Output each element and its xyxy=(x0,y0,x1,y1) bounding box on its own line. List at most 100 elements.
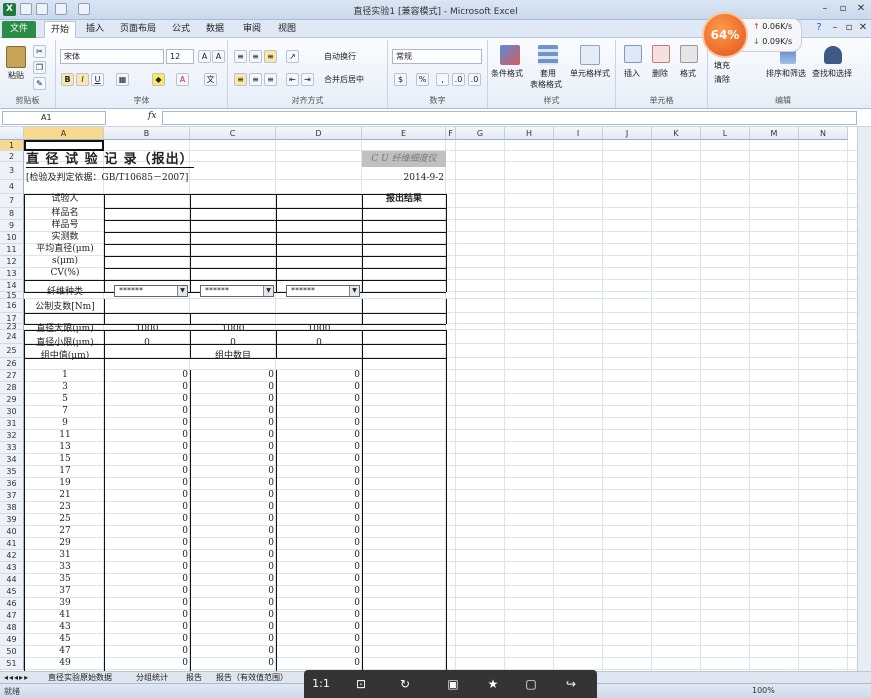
row-label[interactable]: 样品名 xyxy=(26,208,104,219)
row-header[interactable]: 9 xyxy=(0,220,24,232)
group-count-value[interactable]: 0 xyxy=(276,526,360,537)
row-header[interactable]: 51 xyxy=(0,658,24,670)
tab-home[interactable]: 开始 xyxy=(44,21,76,38)
group-count-value[interactable]: 0 xyxy=(104,646,188,657)
column-header[interactable]: A xyxy=(24,127,104,140)
group-count-value[interactable]: 0 xyxy=(190,586,274,597)
row-header[interactable]: 45 xyxy=(0,586,24,598)
row-header[interactable]: 13 xyxy=(0,268,24,280)
format-as-table-line1[interactable]: 套用 xyxy=(540,68,556,79)
insert-cells-icon[interactable] xyxy=(624,45,642,63)
delete-cells-button[interactable]: 删除 xyxy=(652,68,668,79)
bold-button[interactable]: B xyxy=(61,73,74,86)
font-color-icon[interactable]: A xyxy=(176,73,189,86)
row-header[interactable]: 25 xyxy=(0,344,24,358)
close-icon[interactable]: ✕ xyxy=(854,3,868,15)
group-count-value[interactable]: 0 xyxy=(104,622,188,633)
group-count-value[interactable]: 0 xyxy=(104,550,188,561)
group-count-value[interactable]: 0 xyxy=(190,466,274,477)
row-header[interactable]: 28 xyxy=(0,382,24,394)
min-value-d[interactable]: 0 xyxy=(276,338,362,349)
group-count-value[interactable]: 0 xyxy=(190,538,274,549)
min-value-b[interactable]: 0 xyxy=(104,338,190,349)
find-select-icon[interactable] xyxy=(824,46,842,64)
group-mid-value[interactable]: 35 xyxy=(26,574,104,585)
group-count-value[interactable]: 0 xyxy=(104,538,188,549)
row-header[interactable]: 15 xyxy=(0,292,24,300)
font-size-select[interactable]: 12 xyxy=(166,49,194,64)
favorite-icon[interactable]: ★ xyxy=(482,674,504,694)
format-painter-icon[interactable]: ✎ xyxy=(33,77,46,90)
row-header[interactable]: 12 xyxy=(0,256,24,268)
group-count-value[interactable]: 0 xyxy=(276,514,360,525)
group-count-value[interactable]: 0 xyxy=(276,454,360,465)
delete-cells-icon[interactable] xyxy=(652,45,670,63)
row-header[interactable]: 2 xyxy=(0,151,24,162)
row-header[interactable]: 4 xyxy=(0,180,24,194)
row-label[interactable]: 平均直径(μm) xyxy=(26,244,104,255)
column-header[interactable]: M xyxy=(750,127,799,140)
zoom-level[interactable]: 100% xyxy=(752,686,775,695)
fill-color-icon[interactable]: ◆ xyxy=(152,73,165,86)
group-count-value[interactable]: 0 xyxy=(276,394,360,405)
border-icon[interactable]: ▦ xyxy=(116,73,129,86)
group-count-value[interactable]: 0 xyxy=(104,502,188,513)
fiber-type-dropdown-1[interactable]: ****** ▼ xyxy=(114,285,188,297)
tab-data[interactable]: 数据 xyxy=(200,21,230,38)
group-count-value[interactable]: 0 xyxy=(190,430,274,441)
formula-input[interactable] xyxy=(162,111,857,125)
row-header[interactable]: 36 xyxy=(0,478,24,490)
row-header[interactable]: 40 xyxy=(0,526,24,538)
row-label[interactable]: CV(%) xyxy=(26,268,104,279)
group-count-value[interactable]: 0 xyxy=(276,634,360,645)
increase-decimal-icon[interactable]: .0 xyxy=(452,73,465,86)
group-count-value[interactable]: 0 xyxy=(276,430,360,441)
format-cells-icon[interactable] xyxy=(680,45,698,63)
group-count-value[interactable]: 0 xyxy=(104,418,188,429)
row-header[interactable]: 10 xyxy=(0,232,24,244)
max-value-d[interactable]: 1000 xyxy=(276,324,362,335)
group-count-value[interactable]: 0 xyxy=(104,514,188,525)
group-count-value[interactable]: 0 xyxy=(276,538,360,549)
group-count-value[interactable]: 0 xyxy=(276,562,360,573)
group-count-value[interactable]: 0 xyxy=(190,370,274,381)
group-mid-value[interactable]: 9 xyxy=(26,418,104,429)
group-count-value[interactable]: 0 xyxy=(190,478,274,489)
group-count-value[interactable]: 0 xyxy=(104,430,188,441)
column-header[interactable]: H xyxy=(505,127,554,140)
group-count-value[interactable]: 0 xyxy=(190,514,274,525)
group-count-value[interactable]: 0 xyxy=(190,442,274,453)
ribbon-minimize-icon[interactable]: – xyxy=(828,22,842,34)
group-mid-value[interactable]: 25 xyxy=(26,514,104,525)
align-right-icon[interactable]: ≡ xyxy=(264,73,277,86)
group-count-value[interactable]: 0 xyxy=(104,490,188,501)
row-header[interactable]: 41 xyxy=(0,538,24,550)
group-mid-value[interactable]: 27 xyxy=(26,526,104,537)
group-mid-value[interactable]: 5 xyxy=(26,394,104,405)
group-count-value[interactable]: 0 xyxy=(104,382,188,393)
sheet-title[interactable]: 直 径 试 验 记 录（报出） xyxy=(26,152,194,168)
sort-filter-button[interactable]: 排序和筛选 xyxy=(766,68,806,79)
group-count-value[interactable]: 0 xyxy=(190,418,274,429)
group-mid-value[interactable]: 15 xyxy=(26,454,104,465)
group-count-value[interactable]: 0 xyxy=(190,634,274,645)
fill-button[interactable]: 填充 xyxy=(714,60,730,71)
insert-function-icon[interactable]: fx xyxy=(148,111,156,121)
group-mid-value[interactable]: 41 xyxy=(26,610,104,621)
group-mid-value[interactable]: 13 xyxy=(26,442,104,453)
group-count-value[interactable]: 0 xyxy=(190,406,274,417)
row-label[interactable]: 样品号 xyxy=(26,220,104,231)
group-count-value[interactable]: 0 xyxy=(190,622,274,633)
font-name-select[interactable]: 宋体 xyxy=(60,49,164,64)
row-header[interactable]: 11 xyxy=(0,244,24,256)
group-count-value[interactable]: 0 xyxy=(276,418,360,429)
group-count-value[interactable]: 0 xyxy=(104,454,188,465)
align-left-icon[interactable]: ≡ xyxy=(234,73,247,86)
group-mid-value[interactable]: 45 xyxy=(26,634,104,645)
group-count-value[interactable]: 0 xyxy=(190,394,274,405)
network-speed-widget[interactable]: ↑ 0.06K/s ↓ 0.09K/s 64% xyxy=(702,12,802,58)
row-header[interactable]: 31 xyxy=(0,418,24,430)
row-label[interactable]: 实测数 xyxy=(26,232,104,243)
group-count-value[interactable]: 0 xyxy=(190,574,274,585)
format-as-table-line2[interactable]: 表格格式 xyxy=(530,79,562,90)
